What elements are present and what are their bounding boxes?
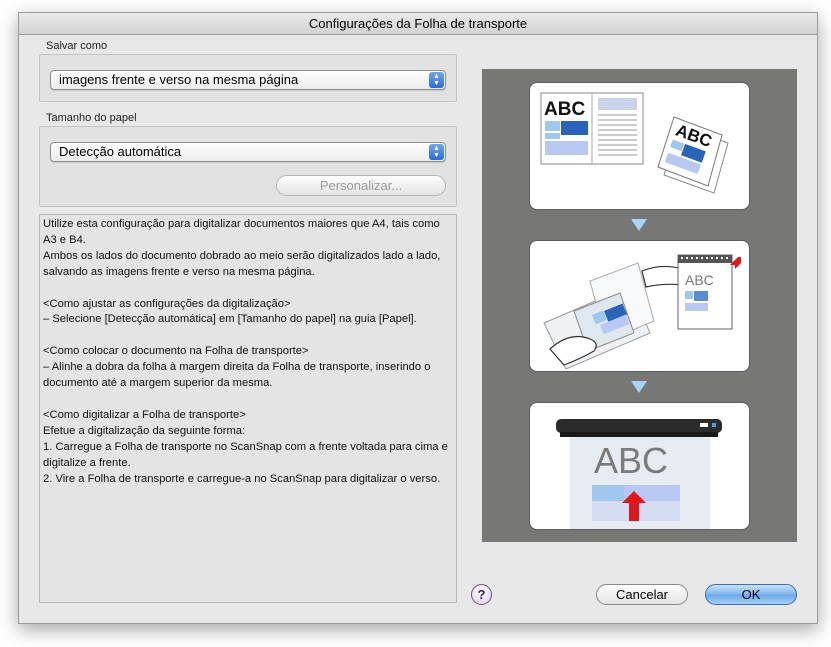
paper-size-value: Detecção automática: [59, 144, 182, 159]
save-as-label: Salvar como: [46, 40, 108, 52]
step-arrow-icon: [631, 219, 647, 231]
save-as-value: imagens frente e verso na mesma página: [59, 72, 299, 87]
abc-text-left: ABC: [544, 99, 585, 120]
popup-arrows-icon: ▲ ▼: [429, 72, 444, 88]
scanner-image: ABC: [556, 419, 722, 529]
popup-arrows-icon: ▲ ▼: [429, 144, 444, 160]
step-arrow-icon: [631, 381, 647, 393]
insert-document-image: ABC: [543, 254, 741, 370]
help-button[interactable]: ?: [471, 584, 492, 605]
paper-size-label: Tamanho do papel: [46, 112, 137, 124]
paper-size-group: Detecção automática ▲ ▼ Personalizar...: [39, 126, 457, 207]
dialog-window: Configurações da Folha de transporte Sal…: [18, 12, 818, 624]
ok-button[interactable]: OK: [705, 584, 797, 605]
paper-size-popup[interactable]: Detecção automática ▲ ▼: [50, 142, 446, 162]
save-as-popup[interactable]: imagens frente e verso na mesma página ▲…: [50, 70, 446, 90]
abc-text-scanner: ABC: [594, 440, 668, 481]
save-as-group: imagens frente e verso na mesma página ▲…: [39, 54, 457, 102]
description-text: Utilize esta configuração para digitaliz…: [39, 214, 457, 603]
instruction-illustration: ABC ABC ABC ABC: [482, 69, 797, 542]
folded-document-image: ABC ABC: [540, 92, 729, 194]
cancel-button[interactable]: Cancelar: [596, 584, 688, 605]
scan-document-card: ABC: [530, 403, 749, 529]
insert-document-card: ABC: [530, 241, 749, 371]
folded-document-card: ABC ABC: [530, 83, 749, 209]
abc-text-sheet: ABC: [685, 272, 714, 288]
customize-button[interactable]: Personalizar...: [276, 175, 446, 196]
window-title: Configurações da Folha de transporte: [19, 13, 817, 35]
